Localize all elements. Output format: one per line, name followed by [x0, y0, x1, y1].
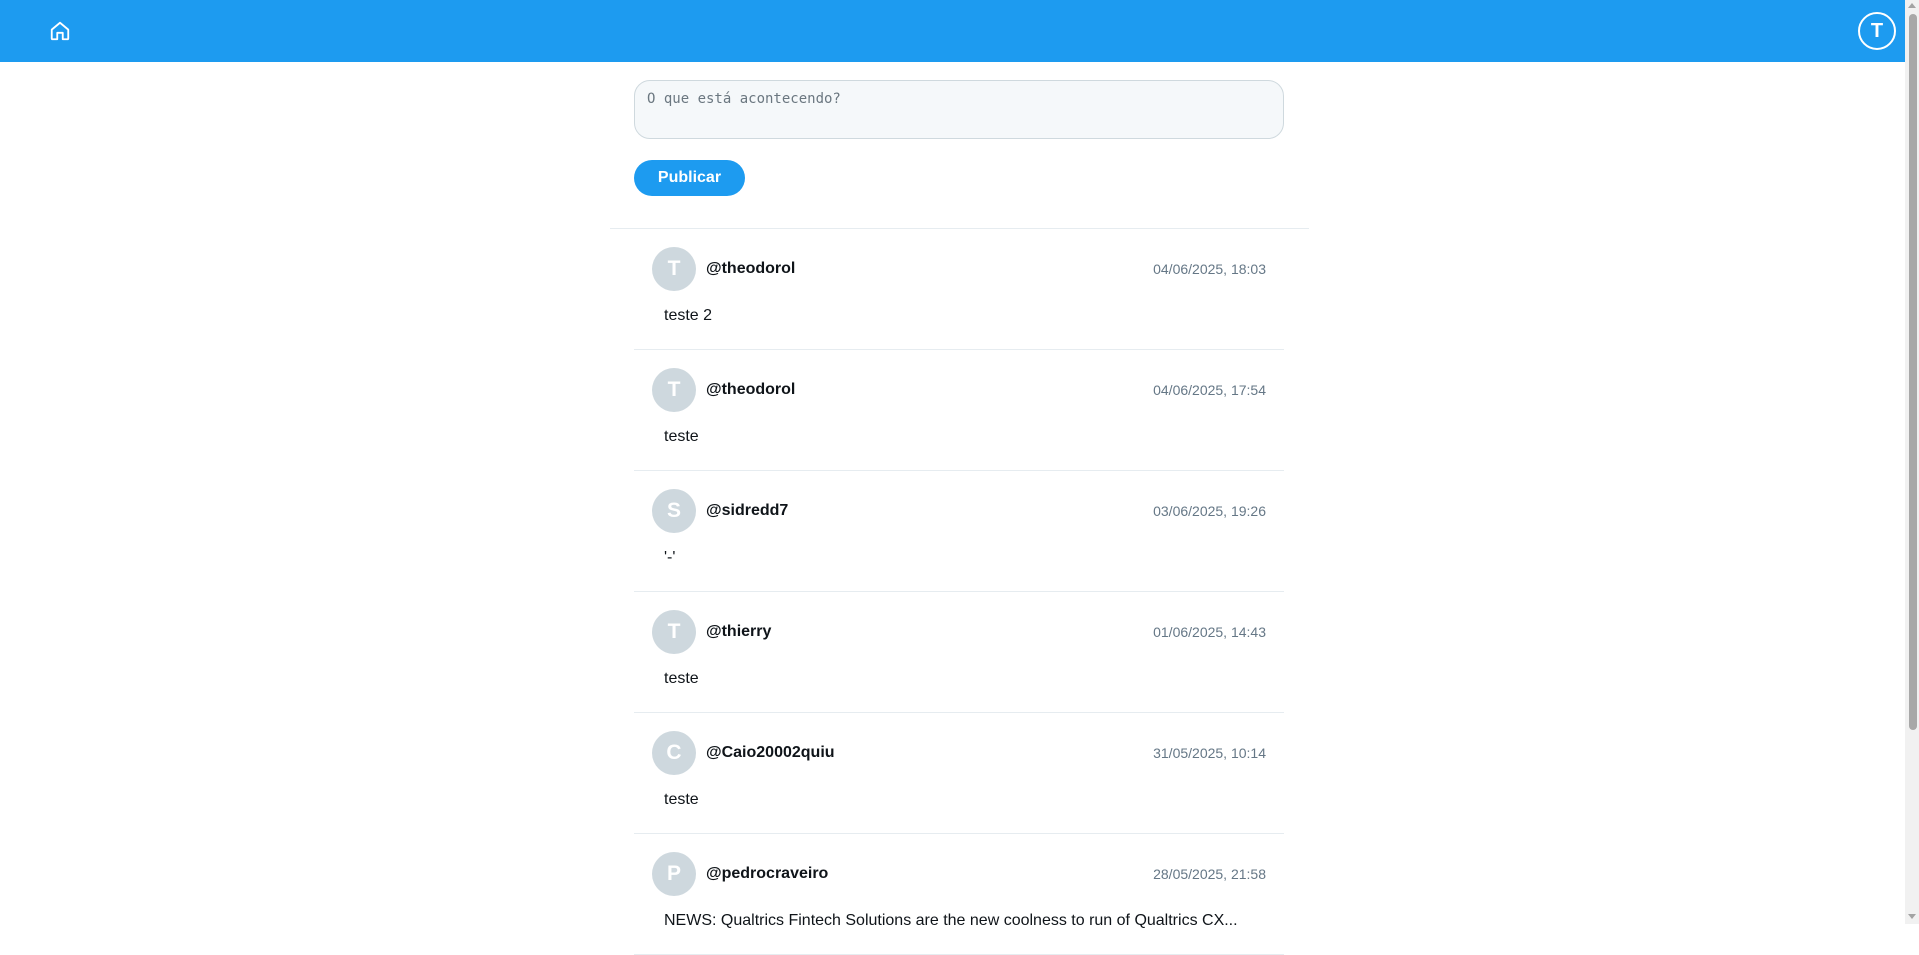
post-item: S @sidredd7 03/06/2025, 19:26 '-' [634, 471, 1284, 592]
scroll-down-icon[interactable] [1908, 914, 1916, 919]
post-avatar[interactable]: T [652, 610, 696, 654]
publish-button[interactable]: Publicar [634, 160, 745, 196]
post-username[interactable]: @sidredd7 [706, 502, 788, 520]
post-item: T @theodorol 04/06/2025, 18:03 teste 2 [634, 229, 1284, 350]
post-username[interactable]: @theodorol [706, 381, 795, 399]
post-feed: T @theodorol 04/06/2025, 18:03 teste 2 T… [634, 229, 1284, 955]
post-avatar[interactable]: T [652, 368, 696, 412]
post-username[interactable]: @Caio20002quiu [706, 744, 835, 762]
post-avatar[interactable]: P [652, 852, 696, 896]
post-timestamp: 03/06/2025, 19:26 [1153, 503, 1266, 519]
post-item: T @theodorol 04/06/2025, 17:54 teste [634, 350, 1284, 471]
post-timestamp: 04/06/2025, 18:03 [1153, 261, 1266, 277]
post-timestamp: 31/05/2025, 10:14 [1153, 745, 1266, 761]
post-timestamp: 01/06/2025, 14:43 [1153, 624, 1266, 640]
post-username[interactable]: @thierry [706, 623, 771, 641]
post-composer-input[interactable] [634, 80, 1284, 139]
post-text: teste 2 [664, 307, 713, 324]
post-avatar[interactable]: T [652, 247, 696, 291]
post-username[interactable]: @pedrocraveiro [706, 865, 828, 883]
post-item: C @Caio20002quiu 31/05/2025, 10:14 teste [634, 713, 1284, 834]
post-avatar[interactable]: S [652, 489, 696, 533]
post-text: teste [664, 428, 699, 445]
home-button[interactable] [45, 16, 75, 46]
post-timestamp: 28/05/2025, 21:58 [1153, 866, 1266, 882]
post-text: teste [664, 670, 699, 687]
scrollbar-thumb[interactable] [1909, 14, 1917, 730]
scroll-up-icon[interactable] [1908, 3, 1916, 8]
top-navigation-bar: T [0, 0, 1905, 62]
post-avatar[interactable]: C [652, 731, 696, 775]
home-icon [50, 21, 70, 41]
post-text: teste [664, 791, 699, 808]
post-text: '-' [664, 549, 676, 566]
post-item: P @pedrocraveiro 28/05/2025, 21:58 NEWS:… [634, 834, 1284, 955]
post-timestamp: 04/06/2025, 17:54 [1153, 382, 1266, 398]
post-item: T @thierry 01/06/2025, 14:43 teste [634, 592, 1284, 713]
post-username[interactable]: @theodorol [706, 260, 795, 278]
page-scrollbar[interactable] [1905, 0, 1919, 924]
post-text: NEWS: Qualtrics Fintech Solutions are th… [664, 912, 1238, 929]
user-avatar-button[interactable]: T [1858, 12, 1896, 50]
